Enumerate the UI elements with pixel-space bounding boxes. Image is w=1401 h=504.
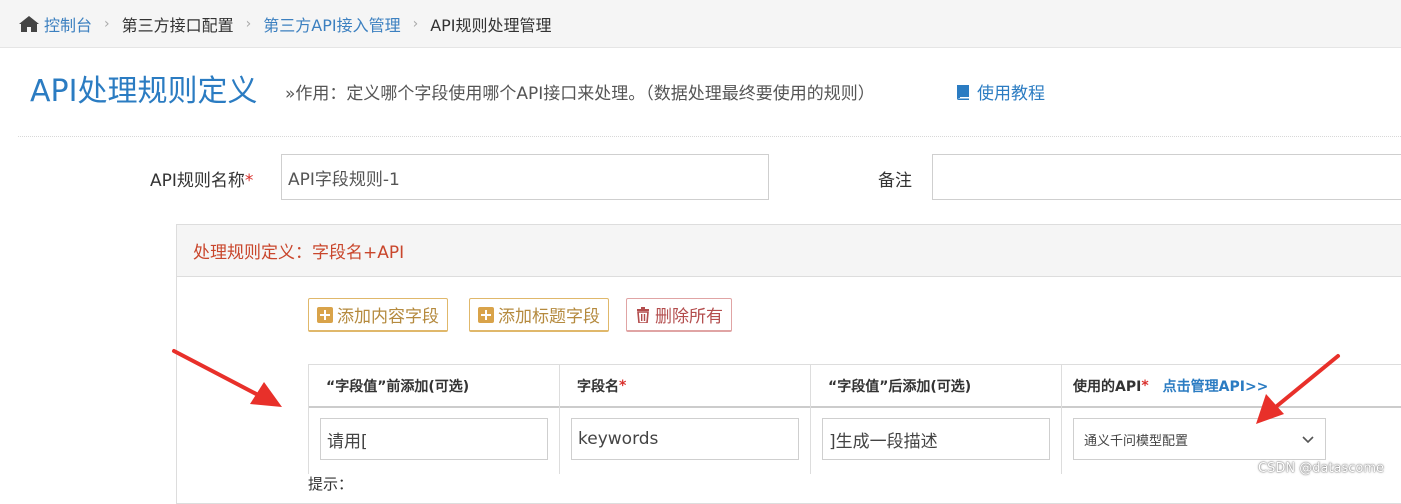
breadcrumb-third-party-config[interactable]: 第三方接口配置	[122, 12, 234, 36]
suffix-input[interactable]	[822, 418, 1050, 460]
chevron-right-icon: ›	[245, 15, 252, 32]
chevron-right-icon: ›	[412, 15, 419, 32]
breadcrumb-third-party-api[interactable]: 第三方API接入管理	[263, 12, 400, 36]
trash-icon	[637, 306, 649, 323]
chevron-right-icon: ›	[104, 15, 110, 32]
column-header-prefix: “字段值”前添加(可选)	[326, 379, 470, 395]
delete-all-button[interactable]: 删除所有	[626, 298, 732, 332]
table-header-border	[308, 406, 1401, 408]
breadcrumb-console[interactable]: 控制台	[44, 12, 92, 36]
column-header-suffix: “字段值”后添加(可选)	[828, 379, 972, 395]
plus-square-icon	[317, 306, 333, 323]
api-select-value: 通义千问模型配置	[1084, 433, 1189, 449]
rule-name-input[interactable]	[281, 154, 769, 200]
page-subtitle: »作用：定义哪个字段使用哪个API接口来处理。（数据处理最终要使用的规则）	[285, 84, 875, 104]
rule-name-label: API规则名称*	[150, 171, 254, 191]
annotation-arrow-icon	[1256, 354, 1340, 424]
note-label: 备注	[878, 171, 912, 191]
tutorial-label: 使用教程	[977, 84, 1045, 104]
panel-title: 处理规则定义：字段名+API	[177, 225, 1401, 277]
add-title-field-button[interactable]: 添加标题字段	[469, 298, 609, 332]
breadcrumb-current: API规则处理管理	[430, 15, 552, 35]
breadcrumb: 控制台 › 第三方接口配置 › 第三方API接入管理 › API规则处理管理	[0, 0, 1401, 48]
tutorial-link[interactable]: 使用教程	[955, 79, 1045, 104]
prefix-input[interactable]	[320, 418, 548, 460]
column-header-field-name: 字段名 *	[577, 378, 627, 395]
field-name-input[interactable]	[571, 418, 799, 460]
annotation-arrow-icon	[172, 349, 282, 407]
plus-square-icon	[478, 306, 494, 323]
chevron-down-icon	[1302, 436, 1314, 444]
column-header-api: 使用的API * 点击管理API>>	[1073, 378, 1269, 395]
add-content-field-button[interactable]: 添加内容字段	[308, 298, 448, 332]
home-icon[interactable]	[18, 15, 40, 33]
book-icon	[957, 84, 969, 100]
table-top-border	[308, 364, 1401, 365]
watermark: CSDN @datascome	[1258, 461, 1385, 476]
header-divider	[18, 136, 1401, 137]
page-title: API处理规则定义	[30, 74, 258, 109]
note-input[interactable]	[932, 154, 1401, 200]
